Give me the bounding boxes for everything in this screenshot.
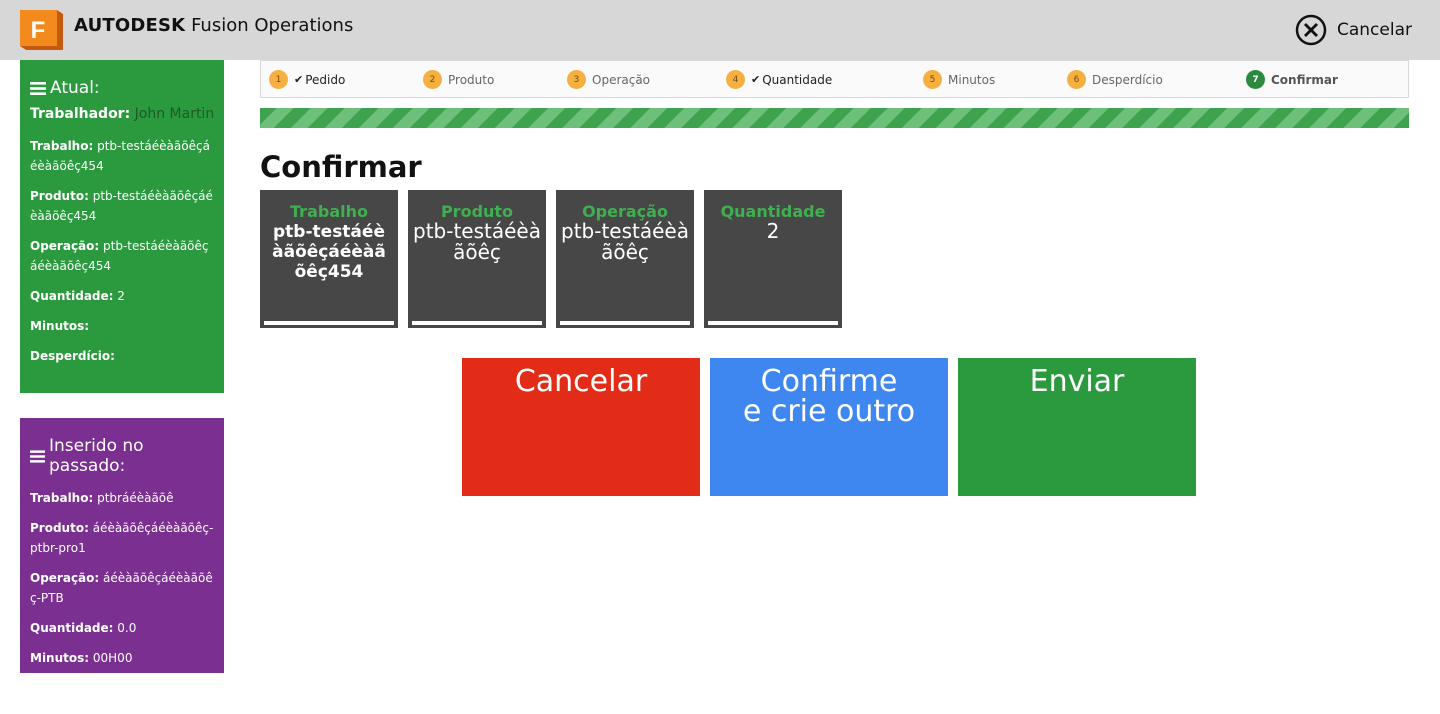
past-product: Produto: áéèàãõêçáéèàãõêç-ptbr-pro1 — [30, 518, 214, 558]
step-quantity[interactable]: 4 ✔ Quantidade — [726, 70, 832, 89]
confirm-button-label-line2: e crie outro — [742, 394, 916, 429]
tile-underline — [412, 321, 542, 325]
past-job: Trabalho: ptbráéèàãõê — [30, 488, 214, 508]
tile-underline — [264, 321, 394, 325]
step-label: Confirmar — [1271, 72, 1338, 87]
cancel-button[interactable]: Cancelar — [462, 358, 700, 496]
current-job: Trabalho: ptb-testáéèàãõêçáéèàãõêç454 — [30, 136, 214, 176]
tile-value: 2 — [766, 221, 780, 242]
app-header: F AUTODESK Fusion Operations Cancelar — [0, 0, 1440, 60]
field-label: Desperdício: — [30, 349, 115, 363]
confirm-and-create-another-button[interactable]: Confirme e crie outro — [710, 358, 948, 496]
fusion-logo-icon: F — [20, 10, 63, 50]
tile-underline — [708, 321, 838, 325]
step-label: Quantidade — [762, 72, 833, 87]
field-value: 0.0 — [117, 621, 137, 635]
summary-tile-quantity: Quantidade 2 — [704, 190, 842, 328]
step-confirm[interactable]: 7 Confirmar — [1246, 70, 1338, 89]
check-icon: ✔ — [294, 73, 304, 86]
brand-product: Fusion Operations — [191, 15, 354, 36]
current-operation: Operação: ptb-testáéèàãõêçáéèàãõêç454 — [30, 236, 214, 276]
current-info-panel: Atual: Trabalhador: John Martin Trabalho… — [20, 60, 224, 393]
current-quantity: Quantidade: 2 — [30, 286, 214, 306]
field-label: Trabalho: — [30, 139, 94, 153]
app-brand: AUTODESK Fusion Operations — [74, 15, 353, 36]
summary-tile-job: Trabalho ptb-testáéèàãõêçáéèàãõêç454 — [260, 190, 398, 328]
step-number: 1 — [269, 70, 288, 89]
header-cancel-label: Cancelar — [1337, 20, 1412, 40]
tile-underline — [560, 321, 690, 325]
current-title-text: Atual: — [50, 78, 100, 98]
field-value: 00H00 — [92, 651, 133, 665]
step-scrap[interactable]: 6 Desperdício — [1067, 70, 1163, 89]
step-label: Operação — [592, 72, 651, 87]
step-label: Desperdício — [1092, 72, 1163, 87]
field-value: 2 — [117, 289, 125, 303]
tile-label: Operação — [582, 202, 668, 221]
wizard-steps: 1 ✔ Pedido 2 Produto 3 Operação 4 ✔ Quan… — [260, 60, 1409, 98]
step-order[interactable]: 1 ✔ Pedido — [269, 70, 345, 89]
step-minutes[interactable]: 5 Minutos — [923, 70, 995, 89]
tile-value: ptb-testáéèàãõêç — [561, 221, 689, 264]
close-circle-icon — [1295, 14, 1327, 46]
field-label: Minutos: — [30, 319, 90, 333]
tile-label: Produto — [440, 202, 514, 221]
page-title: Confirmar — [260, 150, 422, 184]
svg-text:F: F — [31, 17, 46, 44]
menu-icon — [30, 449, 45, 463]
step-label: Pedido — [305, 72, 346, 87]
field-label: Quantidade: — [30, 621, 114, 635]
current-minutes: Minutos: — [30, 316, 214, 336]
step-number: 6 — [1067, 70, 1086, 89]
field-label: Produto: — [30, 521, 89, 535]
step-number: 2 — [423, 70, 442, 89]
summary-tile-product: Produto ptb-testáéèàãõêç — [408, 190, 546, 328]
worker-line: Trabalhador: John Martin — [30, 106, 214, 122]
cancel-button-label: Cancelar — [514, 364, 648, 399]
step-number: 4 — [726, 70, 745, 89]
past-quantity: Quantidade: 0.0 — [30, 618, 214, 638]
check-icon: ✔ — [751, 73, 761, 86]
past-operation: Operação: áéèàãõêçáéèàãõêç-PTB — [30, 568, 214, 608]
step-label: Minutos — [948, 72, 996, 87]
tile-value: ptb-testáéèàãõêç — [413, 221, 541, 264]
step-number: 7 — [1246, 70, 1265, 89]
past-title-text: Inserido no passado: — [48, 436, 144, 476]
field-label: Trabalho: — [30, 491, 94, 505]
brand-autodesk: AUTODESK — [74, 15, 186, 36]
worker-name: John Martin — [134, 106, 215, 122]
current-product: Produto: ptb-testáéèàãõêçáéèàãõêç454 — [30, 186, 214, 226]
past-info-panel: Inserido no passado: Trabalho: ptbráéèàã… — [20, 418, 224, 673]
field-label: Produto: — [30, 189, 89, 203]
step-label: Produto — [448, 72, 495, 87]
field-label: Minutos: — [30, 651, 90, 665]
progress-bar — [260, 108, 1409, 128]
summary-tile-operation: Operação ptb-testáéèàãõêç — [556, 190, 694, 328]
tile-label: Quantidade — [720, 202, 826, 221]
step-product[interactable]: 2 Produto — [423, 70, 494, 89]
tile-label: Trabalho — [290, 202, 368, 221]
current-panel-title: Atual: — [30, 78, 214, 98]
step-number: 3 — [567, 70, 586, 89]
field-label: Quantidade: — [30, 289, 114, 303]
confirm-button-label-line1: Confirme — [760, 364, 898, 399]
field-label: Operação: — [30, 239, 100, 253]
current-scrap: Desperdício: — [30, 346, 214, 366]
step-operation[interactable]: 3 Operação — [567, 70, 650, 89]
worker-label: Trabalhador: — [30, 106, 131, 122]
past-panel-title: Inserido no passado: — [30, 436, 214, 476]
send-button[interactable]: Enviar — [958, 358, 1196, 496]
past-minutes: Minutos: 00H00 — [30, 648, 214, 668]
field-label: Operação: — [30, 571, 100, 585]
tile-value: ptb-testáéèàãõêçáéèàãõêç454 — [272, 222, 386, 282]
menu-icon — [30, 81, 46, 95]
header-cancel-button[interactable]: Cancelar — [1295, 13, 1412, 47]
send-button-label: Enviar — [1029, 364, 1125, 399]
step-number: 5 — [923, 70, 942, 89]
field-value: ptbráéèàãõê — [97, 491, 174, 505]
